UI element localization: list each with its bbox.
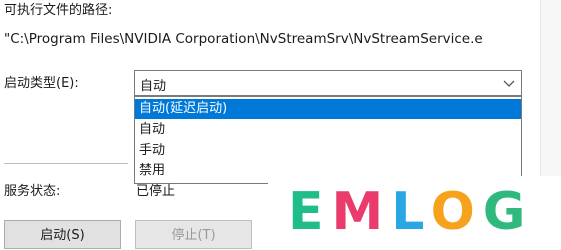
watermark-letter: G: [482, 182, 534, 242]
start-button[interactable]: 启动(S): [4, 220, 121, 249]
exe-path-value: "C:\Program Files\NVIDIA Corporation\NvS…: [4, 31, 483, 47]
exe-path-label: 可执行文件的路径:: [4, 3, 113, 18]
watermark-letter: O: [430, 182, 483, 242]
option-auto-delayed[interactable]: 自动(延迟启动): [135, 99, 521, 119]
watermark-letter: E: [288, 182, 332, 242]
startup-type-dropdown: 自动(延迟启动) 自动 手动 禁用: [134, 96, 522, 184]
option-auto[interactable]: 自动: [135, 120, 521, 140]
option-manual[interactable]: 手动: [135, 141, 521, 161]
service-status-value: 已停止: [136, 184, 176, 199]
watermark-letter: L: [391, 182, 431, 242]
startup-type-select[interactable]: 自动: [134, 70, 522, 96]
chevron-down-icon: [503, 80, 515, 87]
stop-button[interactable]: 停止(T): [135, 220, 252, 249]
section-divider: [4, 163, 128, 164]
startup-type-label: 启动类型(E):: [4, 76, 79, 91]
watermark-letter: M: [331, 182, 392, 242]
service-status-label: 服务状态:: [4, 184, 61, 199]
watermark-logo: EMLOG: [268, 176, 561, 249]
startup-type-selected-value: 自动: [140, 79, 167, 94]
watermark-text: EMLOG: [288, 180, 533, 244]
